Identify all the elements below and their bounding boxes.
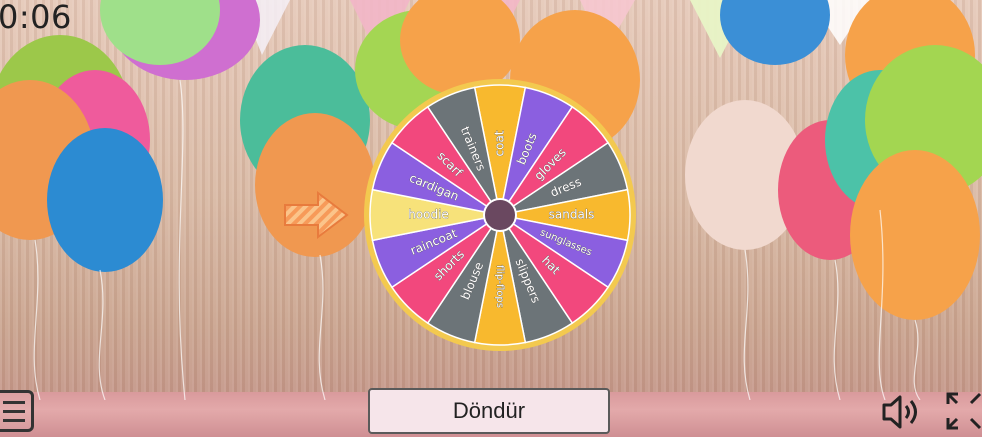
wheel-item-label: coat [493,130,507,156]
spin-button[interactable]: Döndür [368,388,610,434]
wheel-hub [483,198,517,232]
wheel-item-label: hoodie [408,208,449,222]
menu-icon[interactable] [0,390,34,432]
arrow-pointer-icon [284,190,349,240]
volume-icon[interactable] [880,392,926,432]
wheel-item-label: sandals [549,208,595,222]
spin-wheel[interactable]: coat bootsglovesdresssandalssunglasseshat… [0,0,982,400]
wheel-item-label: flip-flops [494,265,505,308]
fullscreen-icon[interactable] [944,390,982,432]
wheel[interactable]: coat bootsglovesdresssandalssunglasseshat… [364,79,636,351]
game-stage: 0:06 coat boots gloves dress sandals sunglass… [0,0,982,437]
